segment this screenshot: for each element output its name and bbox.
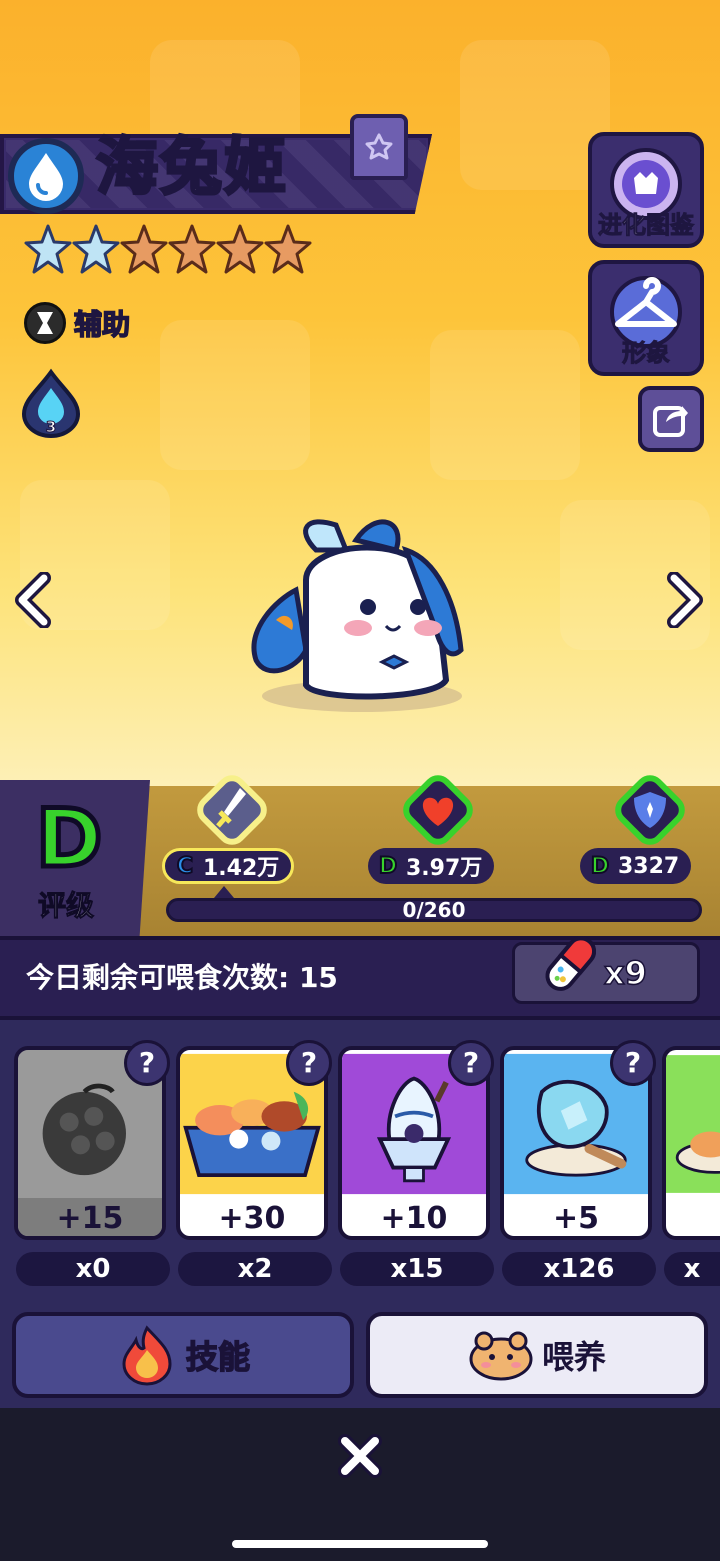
cookie-icon — [469, 1331, 533, 1381]
unknown-badge-icon: ? — [448, 1040, 494, 1086]
grade-label: 评级 — [37, 889, 95, 923]
exp-progress-text: 0/260 — [402, 898, 466, 922]
dish-icon — [666, 1055, 720, 1193]
exp-progress-bar: 0/260 — [166, 898, 702, 922]
feed-remaining-text: 今日剩余可喂食次数: 15 — [26, 961, 338, 994]
unknown-badge-icon: ? — [610, 1040, 656, 1086]
role-tag: 辅助 — [24, 302, 131, 344]
hp-grade: D — [378, 853, 398, 880]
share-icon — [653, 406, 688, 437]
attack-value-pill: C 1.42万 — [162, 848, 295, 884]
star-filled-icon — [24, 224, 72, 274]
star-rating — [24, 222, 312, 278]
pet-detail-screen: 海兔姬 辅助 3 进化图鉴 形象 D 评级 C 1.42万 D 3.97万 D … — [0, 0, 720, 1561]
appearance-button[interactable]: 形象 — [588, 260, 704, 376]
favorite-bookmark-icon[interactable] — [350, 114, 408, 180]
food-bonus: +5 — [552, 1201, 599, 1236]
defense-value: 3327 — [618, 853, 680, 879]
star-empty-icon — [264, 224, 312, 274]
attack-stat[interactable]: C 1.42万 — [162, 770, 302, 884]
feed-label: 喂养 — [541, 1338, 606, 1376]
food-card[interactable] — [662, 1046, 720, 1240]
chevron-right-icon — [667, 572, 703, 628]
hp-value-pill: D 3.97万 — [368, 848, 495, 884]
star-empty-icon — [168, 224, 216, 274]
food-quantity: x — [664, 1252, 720, 1286]
drop-level-count: 3 — [45, 418, 57, 437]
sword-icon — [197, 775, 267, 845]
skill-button[interactable]: 技能 — [12, 1312, 354, 1398]
attack-value: 1.42万 — [203, 856, 280, 881]
hp-value: 3.97万 — [406, 856, 483, 881]
pill-capsule-icon — [545, 936, 597, 991]
close-button[interactable] — [334, 1430, 386, 1482]
pet-sprite — [251, 519, 464, 712]
food-bonus: +10 — [380, 1201, 448, 1236]
potion-count: x9 — [603, 953, 647, 993]
food-quantity: x2 — [178, 1252, 332, 1286]
water-element-icon — [8, 138, 84, 214]
bg-tile — [160, 320, 310, 470]
grade-letter: D — [33, 790, 104, 888]
star-empty-icon — [216, 224, 264, 274]
role-label: 辅助 — [73, 307, 131, 342]
pet-name: 海兔姬 — [94, 129, 289, 205]
previous-pet-button[interactable] — [10, 570, 58, 630]
hp-stat[interactable]: D 3.97万 — [368, 770, 508, 884]
flame-icon — [122, 1325, 172, 1386]
progress-pointer — [214, 886, 234, 898]
feed-button[interactable]: 喂养 — [366, 1312, 708, 1398]
defense-value-pill: D 3327 — [580, 848, 692, 884]
food-quantity: x126 — [502, 1252, 656, 1286]
next-pet-button[interactable] — [660, 570, 708, 630]
food-quantity: x0 — [16, 1252, 170, 1286]
defense-grade: D — [590, 853, 610, 880]
attack-grade: C — [176, 853, 194, 880]
chevron-left-icon — [15, 572, 51, 628]
heart-icon — [403, 775, 473, 845]
food-bonus — [666, 1198, 720, 1236]
evolution-codex-label: 进化图鉴 — [598, 211, 695, 240]
food-bonus: +15 — [18, 1198, 162, 1236]
skill-label: 技能 — [185, 1337, 251, 1377]
defense-stat[interactable]: D 3327 — [580, 770, 720, 884]
appearance-label: 形象 — [622, 339, 671, 368]
food-quantity: x15 — [340, 1252, 494, 1286]
star-filled-icon — [72, 224, 120, 274]
unknown-badge-icon: ? — [124, 1040, 170, 1086]
evolution-codex-button[interactable]: 进化图鉴 — [588, 132, 704, 248]
bg-tile — [430, 330, 580, 480]
home-indicator[interactable] — [232, 1540, 488, 1548]
support-role-icon — [24, 302, 66, 344]
share-button[interactable] — [638, 386, 704, 452]
unknown-badge-icon: ? — [286, 1040, 332, 1086]
shield-icon — [615, 775, 685, 845]
food-bonus: +30 — [218, 1201, 286, 1236]
star-empty-icon — [120, 224, 168, 274]
close-icon — [338, 1434, 382, 1478]
